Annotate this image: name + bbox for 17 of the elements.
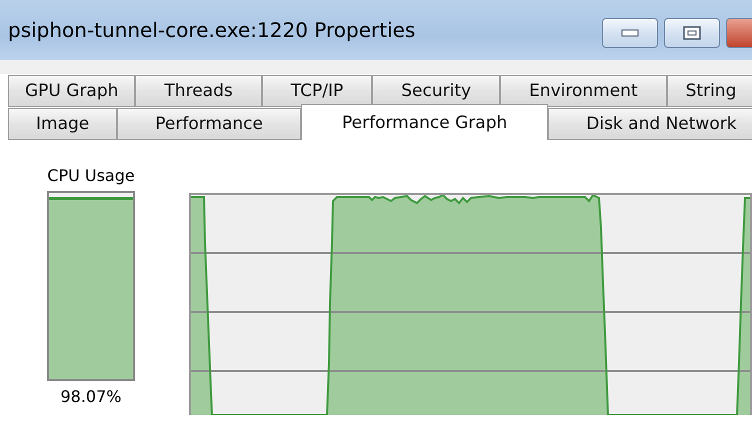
maximize-button[interactable] — [664, 18, 720, 48]
tab[interactable]: Performance Graph — [300, 104, 548, 140]
tab[interactable]: Threads — [135, 75, 262, 107]
meter-label: CPU Usage — [47, 166, 135, 185]
minimize-icon — [621, 29, 639, 37]
window-title: psiphon-tunnel-core.exe:1220 Properties — [8, 18, 416, 42]
tab[interactable]: Image — [8, 108, 118, 140]
tab[interactable]: TCP/IP — [262, 75, 372, 107]
tab[interactable]: Environment — [500, 75, 667, 107]
tab[interactable]: Disk and Network — [548, 108, 752, 140]
tab[interactable]: String — [666, 75, 752, 107]
tab[interactable]: Security — [372, 75, 500, 107]
minimize-button[interactable] — [602, 18, 658, 48]
meter-reading: 98.07% — [60, 387, 122, 406]
tab[interactable]: Performance — [117, 108, 301, 140]
tab[interactable]: GPU Graph — [8, 75, 136, 107]
maximize-icon — [683, 26, 701, 40]
